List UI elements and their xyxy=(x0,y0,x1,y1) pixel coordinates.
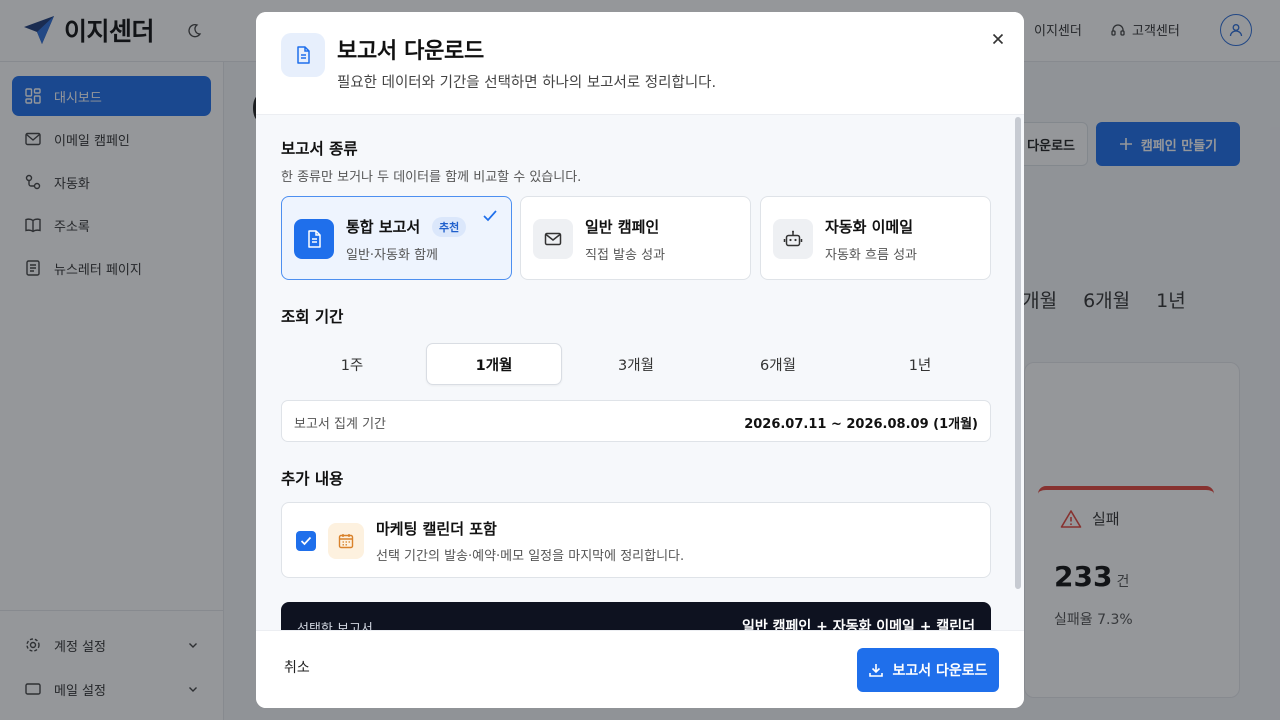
report-header-icon xyxy=(281,33,325,77)
period-tab-3m[interactable]: 3개월 xyxy=(568,343,704,385)
include-calendar-checkbox[interactable] xyxy=(296,531,316,551)
mail-icon-tile xyxy=(533,219,573,259)
modal-subtitle: 필요한 데이터와 기간을 선택하면 하나의 보고서로 정리합니다. xyxy=(337,75,717,91)
scrollbar-thumb[interactable] xyxy=(1015,117,1021,589)
summary-value: 일반 캠페인 + 자동화 이메일 + 캘린더 xyxy=(741,619,975,630)
button-label: 보고서 다운로드 xyxy=(892,663,988,679)
calendar-option-title: 마케팅 캘린더 포함 xyxy=(376,520,497,538)
mail-icon xyxy=(544,232,562,246)
report-download-modal: 보고서 다운로드 필요한 데이터와 기간을 선택하면 하나의 보고서로 정리합니… xyxy=(256,12,1024,708)
check-icon xyxy=(483,210,497,222)
robot-icon xyxy=(783,230,803,247)
period-tab-6m[interactable]: 6개월 xyxy=(710,343,846,385)
document-icon xyxy=(308,230,321,248)
close-button[interactable] xyxy=(986,27,1010,51)
report-type-desc: 직접 발송 성과 xyxy=(585,248,666,263)
selection-summary: 선택한 보고서 일반 캠페인 + 자동화 이메일 + 캘린더 xyxy=(281,602,991,630)
report-type-option-automation[interactable]: 자동화 이메일 자동화 흐름 성과 xyxy=(760,196,991,280)
range-value: 2026.07.11 ~ 2026.08.09 (1개월) xyxy=(744,417,978,432)
period-tab-1m[interactable]: 1개월 xyxy=(426,343,562,385)
report-type-title-text: 통합 보고서 xyxy=(346,218,421,236)
period-tab-1y[interactable]: 1년 xyxy=(852,343,988,385)
report-type-desc: 일반·자동화 함께 xyxy=(346,248,438,263)
document-icon-tile xyxy=(294,219,334,259)
modal-footer: 취소 보고서 다운로드 xyxy=(256,630,1024,708)
period-section-title: 조회 기간 xyxy=(281,308,344,326)
report-range-box: 보고서 집계 기간 2026.07.11 ~ 2026.08.09 (1개월) xyxy=(281,400,991,442)
report-type-option-campaign[interactable]: 일반 캠페인 직접 발송 성과 xyxy=(520,196,751,280)
report-type-title-text: 일반 캠페인 xyxy=(585,218,660,236)
modal-title: 보고서 다운로드 xyxy=(337,39,484,64)
recommended-badge: 추천 xyxy=(432,217,467,237)
modal-header: 보고서 다운로드 필요한 데이터와 기간을 선택하면 하나의 보고서로 정리합니… xyxy=(256,12,1024,115)
calendar-icon xyxy=(338,534,354,549)
range-label: 보고서 집계 기간 xyxy=(294,417,386,432)
report-type-option-combined[interactable]: 통합 보고서 추천 일반·자동화 함께 xyxy=(281,196,512,280)
period-tab-1w[interactable]: 1주 xyxy=(284,343,420,385)
cancel-button[interactable]: 취소 xyxy=(284,657,310,677)
download-icon xyxy=(869,664,884,677)
report-type-subtitle: 한 종류만 보거나 두 데이터를 함께 비교할 수 있습니다. xyxy=(281,170,582,185)
report-type-desc: 자동화 흐름 성과 xyxy=(825,248,917,263)
report-type-title: 보고서 종류 xyxy=(281,140,358,158)
check-icon xyxy=(300,536,312,546)
calendar-icon-tile xyxy=(328,523,364,559)
modal-body[interactable]: 보고서 종류 한 종류만 보거나 두 데이터를 함께 비교할 수 있습니다. 통… xyxy=(256,115,1024,630)
document-icon xyxy=(297,46,310,64)
calendar-option-desc: 선택 기간의 발송·예약·메모 일정을 마지막에 정리합니다. xyxy=(376,549,685,564)
download-report-button[interactable]: 보고서 다운로드 xyxy=(857,648,999,692)
robot-icon-tile xyxy=(773,219,813,259)
calendar-option[interactable]: 마케팅 캘린더 포함 선택 기간의 발송·예약·메모 일정을 마지막에 정리합니… xyxy=(281,502,991,578)
report-type-title-text: 자동화 이메일 xyxy=(825,218,914,236)
close-icon xyxy=(992,33,1004,45)
extra-section-title: 추가 내용 xyxy=(281,470,344,488)
summary-label: 선택한 보고서 xyxy=(297,622,373,630)
